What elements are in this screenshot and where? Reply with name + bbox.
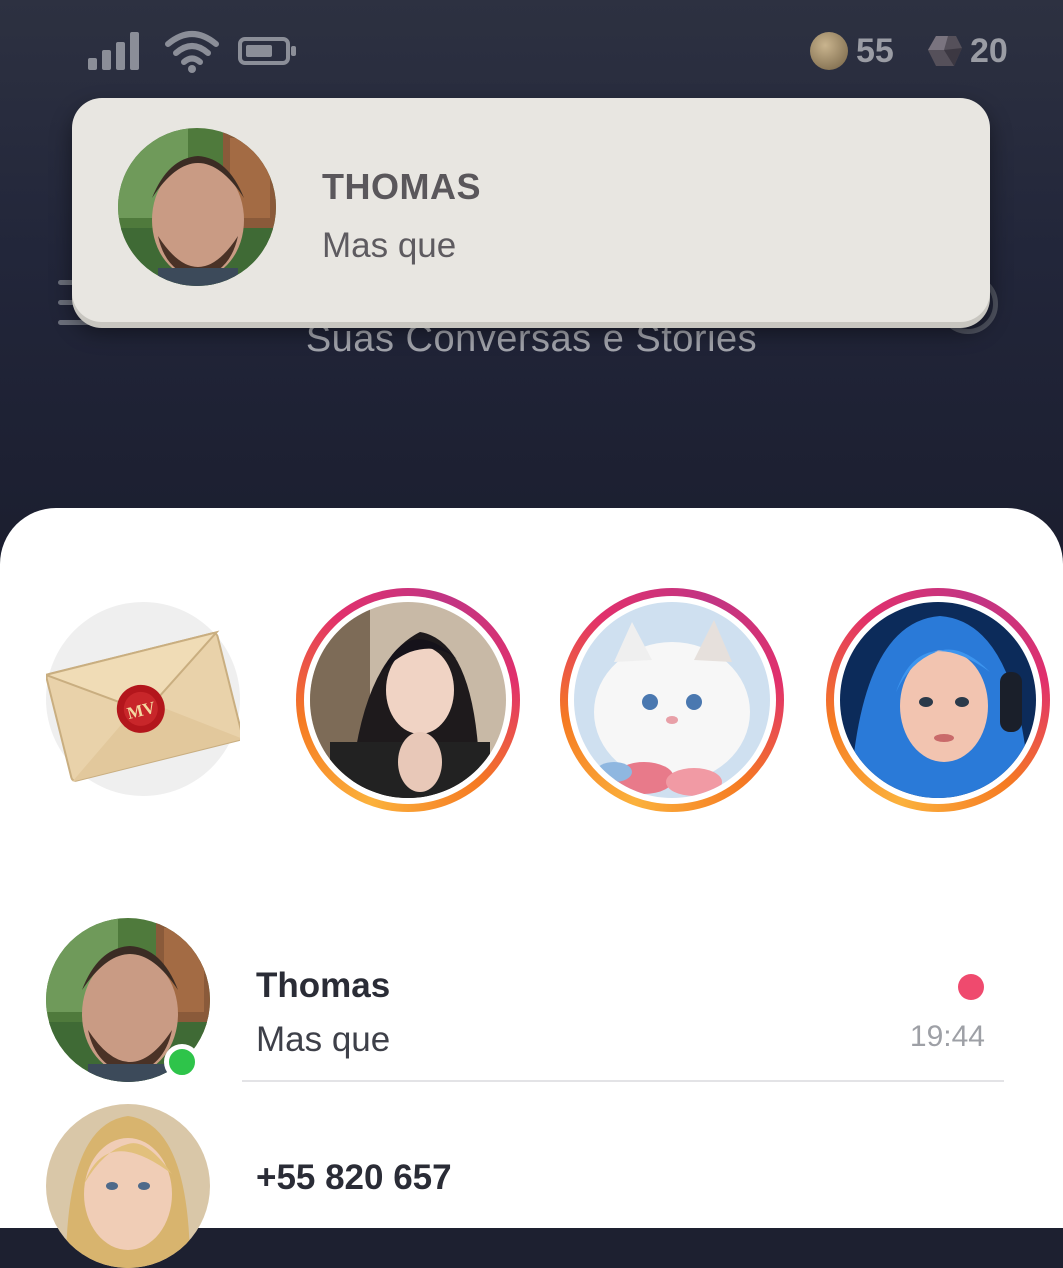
story-item[interactable] xyxy=(296,588,520,812)
battery-icon xyxy=(238,37,296,65)
coin-counter[interactable]: 55 xyxy=(810,30,894,72)
coin-count: 55 xyxy=(856,31,894,70)
chat-time: 19:44 xyxy=(909,1020,985,1053)
status-bar: 55 20 xyxy=(0,0,1063,100)
gem-counter[interactable]: 20 xyxy=(926,30,1008,72)
message-notification[interactable]: THOMAS Mas que xyxy=(72,98,990,322)
chat-row[interactable]: Thomas Mas que 19:44 xyxy=(0,914,1063,1084)
stories-row: MV xyxy=(0,588,1063,828)
gem-count: 20 xyxy=(970,31,1008,70)
envelope-icon: MV xyxy=(46,630,240,782)
chat-preview: Mas que xyxy=(256,1020,391,1059)
story-avatar xyxy=(574,602,770,798)
conversations-panel: MV Thomas Mas que 19:44 +55 820 657 xyxy=(0,508,1063,1268)
notification-sender: THOMAS xyxy=(322,166,481,207)
chat-avatar xyxy=(46,1104,210,1268)
story-item[interactable] xyxy=(826,588,1050,812)
story-avatar xyxy=(310,602,506,798)
online-indicator xyxy=(164,1044,200,1080)
unread-indicator xyxy=(958,974,984,1000)
page-subtitle: Suas Conversas e Stories xyxy=(305,318,758,360)
story-avatar xyxy=(840,602,1036,798)
wifi-icon xyxy=(165,31,219,73)
notification-avatar xyxy=(118,128,276,286)
inbox-story[interactable]: MV xyxy=(46,602,240,796)
story-item[interactable] xyxy=(560,588,784,812)
chat-name: Thomas xyxy=(256,966,391,1005)
chat-name: +55 820 657 xyxy=(256,1158,452,1197)
signal-icon xyxy=(88,32,148,70)
notification-message: Mas que xyxy=(322,226,457,265)
coin-icon xyxy=(810,32,848,70)
chat-divider xyxy=(242,1080,1004,1082)
gem-icon xyxy=(928,36,962,66)
chat-row[interactable]: +55 820 657 xyxy=(0,1104,1063,1268)
